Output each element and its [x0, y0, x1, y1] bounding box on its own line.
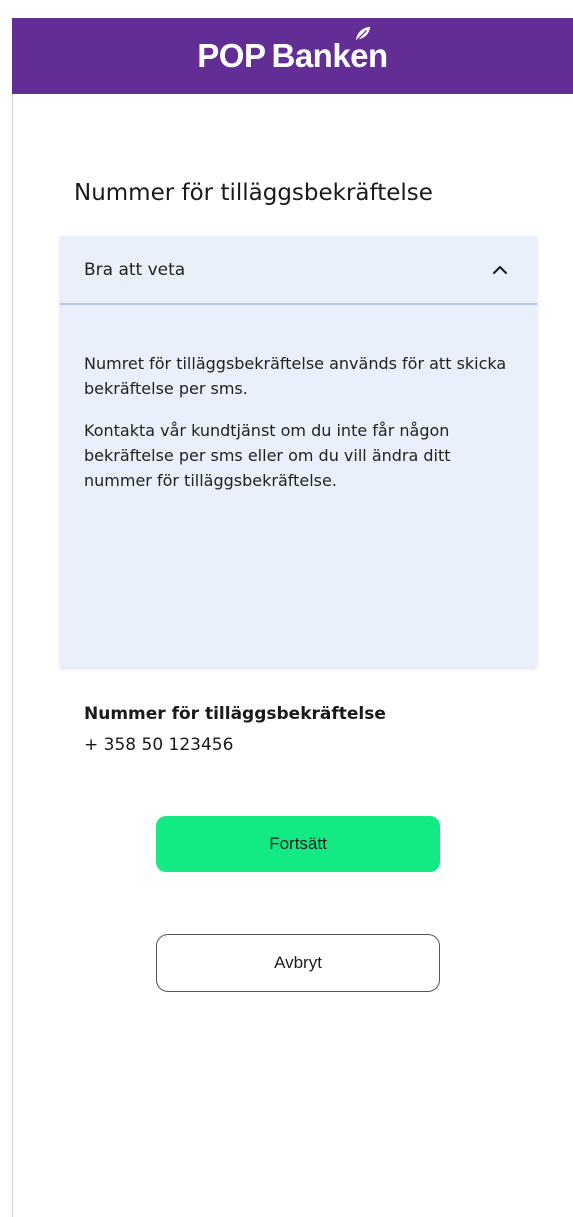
accordion-toggle[interactable]: Bra att veta [60, 236, 537, 305]
chevron-up-icon [493, 265, 507, 274]
accordion-paragraph: Kontakta vår kundtjänst om du inte får n… [84, 420, 451, 491]
info-accordion: Bra att veta Numret för tilläggsbekräfte… [60, 236, 537, 667]
app-header: POP Banken [12, 18, 573, 94]
accordion-title: Bra att veta [84, 259, 186, 280]
accordion-body: Numret för tilläggsbekräftelse används f… [60, 305, 537, 493]
confirmation-number-label: Nummer för tilläggsbekräftelse [84, 704, 386, 724]
page-title: Nummer för tilläggsbekräftelse [74, 180, 433, 206]
logo-word-pop: POP [197, 37, 266, 74]
leaf-icon [355, 26, 370, 41]
confirmation-number-value: + 358 50 123456 [84, 735, 234, 755]
continue-button[interactable]: Fortsätt [156, 816, 440, 872]
accordion-paragraph: Numret för tilläggsbekräftelse används f… [84, 354, 507, 399]
cancel-button[interactable]: Avbryt [156, 934, 440, 992]
pop-banken-logo[interactable]: POP Banken [197, 26, 388, 75]
